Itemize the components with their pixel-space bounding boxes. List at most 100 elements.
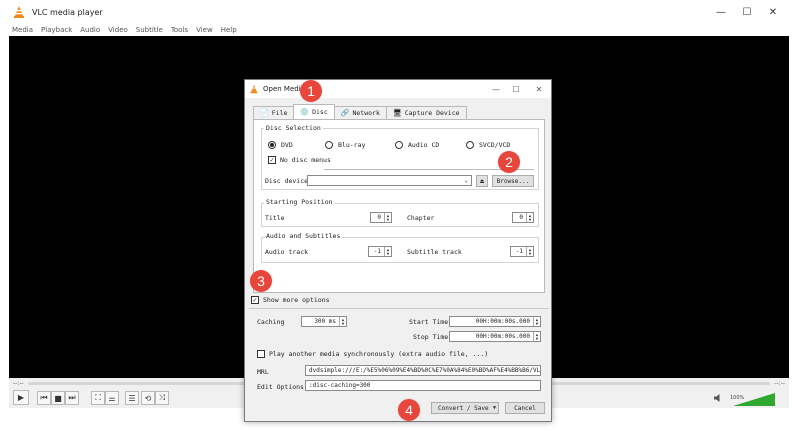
spin-arrows-icon: ▲ ▼ — [533, 332, 540, 341]
starting-position-title: Starting Position — [264, 198, 335, 206]
audio-track-value: -1 — [373, 248, 381, 255]
radio-bluray[interactable]: Blu-ray — [325, 141, 365, 149]
step-badge-4: 4 — [398, 399, 420, 421]
play-icon[interactable]: ▶ — [13, 390, 29, 405]
step-badge-1: 1 — [300, 80, 322, 102]
radio-label: Audio CD — [408, 141, 440, 149]
spin-arrows-icon: ▲ ▼ — [339, 317, 346, 326]
disc-panel: Disc Selection DVD Blu-ray Audio CD SVCD… — [253, 119, 545, 293]
tab-bar: 📄 File 💿 Disc 🔗 Network 🖥 Capture Device — [253, 104, 467, 119]
browse-button[interactable]: Browse... — [492, 175, 534, 187]
dialog-maximize-button[interactable]: ☐ — [506, 80, 526, 98]
capture-device-icon: 🖥 — [392, 109, 402, 117]
fullscreen-icon[interactable]: ⛶ — [91, 391, 105, 405]
maximize-button[interactable]: ☐ — [734, 0, 760, 24]
caching-spinbox[interactable]: 300 ms ▲ ▼ — [301, 316, 347, 327]
tab-label: File — [271, 109, 288, 117]
audio-subtitles-title: Audio and Subtitles — [264, 232, 343, 240]
extended-settings-icon[interactable]: ⚌ — [105, 391, 119, 405]
menu-video[interactable]: Video — [108, 26, 128, 34]
dialog-minimize-button[interactable]: — — [486, 80, 506, 98]
vlc-cone-icon — [14, 6, 24, 18]
disc-selection-title: Disc Selection — [264, 124, 323, 132]
menu-help[interactable]: Help — [221, 26, 237, 34]
tab-label: Disc — [312, 108, 328, 116]
menu-bar: Media Playback Audio Video Subtitle Tool… — [0, 24, 800, 36]
show-more-options-checkbox[interactable]: ✓ Show more options — [251, 296, 330, 304]
start-time-label: Start Time — [409, 318, 449, 326]
window-title: VLC media player — [32, 7, 103, 17]
edit-options-field[interactable]: :disc-caching=300 — [305, 380, 541, 391]
menu-media[interactable]: Media — [12, 26, 33, 34]
stop-time-value: 00H:00m:00s.000 — [475, 333, 530, 340]
tab-capture-device[interactable]: 🖥 Capture Device — [385, 106, 467, 119]
checkbox-label: No disc menus — [280, 156, 331, 164]
checkbox-box — [257, 350, 265, 358]
radio-label: Blu-ray — [338, 141, 366, 149]
shuffle-icon[interactable]: ⤨ — [155, 391, 169, 405]
tab-label: Network — [352, 109, 380, 117]
no-disc-menus-checkbox[interactable]: ✓ No disc menus — [268, 156, 331, 164]
speaker-icon[interactable] — [713, 393, 723, 403]
radio-dot — [466, 141, 474, 149]
stop-icon[interactable]: ■ — [51, 391, 65, 405]
disc-device-label: Disc device — [265, 177, 309, 185]
dialog-close-button[interactable]: ✕ — [529, 80, 549, 98]
spin-arrows-icon: ▲ ▼ — [384, 213, 391, 222]
spin-arrows-icon: ▲ ▼ — [526, 213, 533, 222]
subtitle-track-label: Subtitle track — [407, 248, 462, 256]
cancel-button[interactable]: Cancel — [505, 402, 545, 414]
edit-options-label: Edit Options — [257, 383, 304, 391]
caching-label: Caching — [257, 318, 285, 326]
tab-network[interactable]: 🔗 Network — [333, 106, 387, 119]
start-time-field[interactable]: 00H:00m:00s.000 ▲ ▼ — [449, 316, 541, 327]
dialog-title-bar: Open Media — ☐ ✕ — [245, 80, 551, 98]
chapter-label: Chapter — [407, 214, 435, 222]
disc-icon: 💿 — [300, 108, 310, 116]
audio-track-spinbox[interactable]: -1 ▲ ▼ — [368, 246, 392, 257]
radio-svcd-vcd[interactable]: SVCD/VCD — [466, 141, 510, 149]
elapsed-time: --:-- — [13, 379, 24, 387]
start-time-value: 00H:00m:00s.000 — [475, 318, 530, 325]
menu-audio[interactable]: Audio — [80, 26, 100, 34]
spin-arrows-icon: ▲ ▼ — [384, 247, 391, 256]
play-another-media-checkbox[interactable]: Play another media synchronously (extra … — [257, 350, 488, 358]
volume-percent: 100% — [730, 395, 745, 401]
radio-audio-cd[interactable]: Audio CD — [395, 141, 439, 149]
title-spinbox[interactable]: 0 ▲ ▼ — [370, 212, 392, 223]
tab-label: Capture Device — [404, 109, 460, 117]
radio-dvd[interactable]: DVD — [268, 141, 293, 149]
title-label: Title — [265, 214, 285, 222]
dropdown-arrow-icon: ▼ — [492, 405, 496, 411]
stop-time-field[interactable]: 00H:00m:00s.000 ▲ ▼ — [449, 331, 541, 342]
tab-disc[interactable]: 💿 Disc — [293, 104, 335, 119]
menu-playback[interactable]: Playback — [41, 26, 72, 34]
mrl-label: MRL — [257, 368, 269, 376]
close-button[interactable]: ✕ — [760, 0, 786, 24]
step-badge-3: 3 — [250, 270, 272, 292]
chapter-spinbox[interactable]: 0 ▲ ▼ — [512, 212, 534, 223]
tab-file[interactable]: 📄 File — [253, 106, 295, 119]
audio-track-label: Audio track — [265, 248, 309, 256]
minimize-button[interactable]: — — [708, 0, 734, 24]
mrl-field[interactable]: dvdsimple:///E:/%E5%06%09%E4%BD%0C%E7%0A… — [305, 365, 541, 376]
previous-icon[interactable]: ⏮ — [37, 391, 51, 405]
loop-icon[interactable]: ⟲ — [141, 391, 155, 405]
vlc-cone-icon — [250, 84, 258, 94]
convert-save-button[interactable]: Convert / Save ▼ — [431, 402, 499, 414]
menu-subtitle[interactable]: Subtitle — [136, 26, 163, 34]
divider — [249, 308, 549, 309]
disc-device-combobox[interactable]: ⌄ — [307, 175, 472, 186]
menu-tools[interactable]: Tools — [171, 26, 188, 34]
checkmark-icon: ✓ — [268, 156, 276, 164]
radio-dot — [395, 141, 403, 149]
menu-view[interactable]: View — [196, 26, 213, 34]
radio-label: DVD — [281, 141, 293, 149]
playlist-icon[interactable]: ☰ — [125, 391, 139, 405]
file-icon: 📄 — [260, 109, 269, 117]
starting-position-group — [261, 203, 539, 227]
eject-icon[interactable]: ⏏ — [476, 175, 488, 187]
next-icon[interactable]: ⏭ — [65, 391, 79, 405]
radio-dot — [325, 141, 333, 149]
subtitle-track-spinbox[interactable]: -1 ▲ ▼ — [510, 246, 534, 257]
